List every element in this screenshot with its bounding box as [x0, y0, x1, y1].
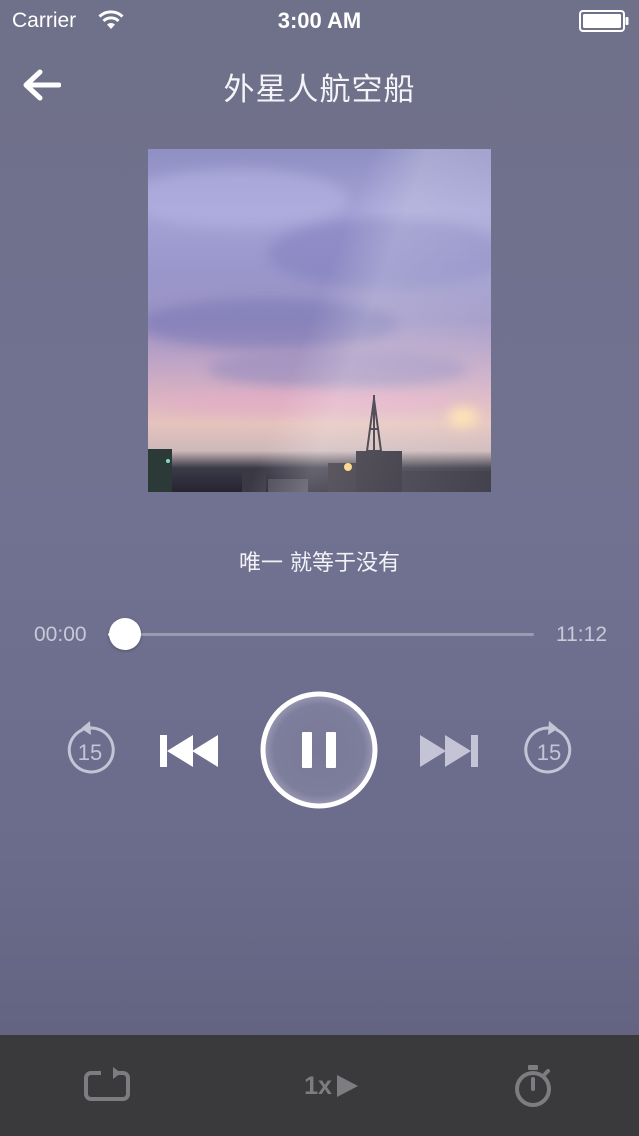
rewind-15-icon: 15 [67, 721, 115, 774]
speed-label: 1x [304, 1071, 332, 1100]
sleep-timer-button[interactable] [508, 1063, 558, 1109]
status-time: 3:00 AM [277, 8, 362, 33]
progress-slider[interactable] [108, 618, 534, 650]
artwork-glare [148, 149, 491, 492]
playback-speed-button[interactable]: 1x [296, 1063, 368, 1109]
timer-icon [515, 1065, 551, 1107]
pause-icon [260, 691, 378, 809]
play-triangle-icon [336, 1075, 358, 1097]
track-subtitle: 唯一 就等于没有 [239, 551, 400, 576]
previous-button[interactable] [156, 728, 222, 774]
next-button[interactable] [416, 728, 482, 774]
skip-next-icon [420, 735, 478, 767]
repeat-icon [84, 1067, 130, 1101]
rewind-15-button[interactable]: 15 [60, 720, 120, 780]
progress-knob[interactable] [109, 618, 142, 650]
play-pause-button[interactable] [259, 690, 379, 810]
player-screen: Carrier 3:00 AM 外星人航空船 唯一 就等于没有 00:00 11… [0, 0, 639, 1136]
forward-seconds-label: 15 [537, 740, 561, 765]
album-artwork [148, 149, 491, 492]
battery-icon [579, 10, 629, 36]
repeat-button[interactable] [80, 1063, 134, 1109]
page-title: 外星人航空船 [223, 72, 416, 108]
skip-previous-icon [160, 735, 218, 767]
rewind-seconds-label: 15 [78, 740, 102, 765]
forward-15-button[interactable]: 15 [519, 720, 579, 780]
nav-bar: 外星人航空船 [0, 42, 639, 132]
bottom-toolbar: 1x [0, 1035, 639, 1136]
forward-15-icon: 15 [524, 721, 572, 774]
elapsed-time: 00:00 [34, 623, 87, 646]
status-bar: Carrier 3:00 AM [0, 0, 639, 42]
total-time: 11:12 [556, 623, 607, 646]
